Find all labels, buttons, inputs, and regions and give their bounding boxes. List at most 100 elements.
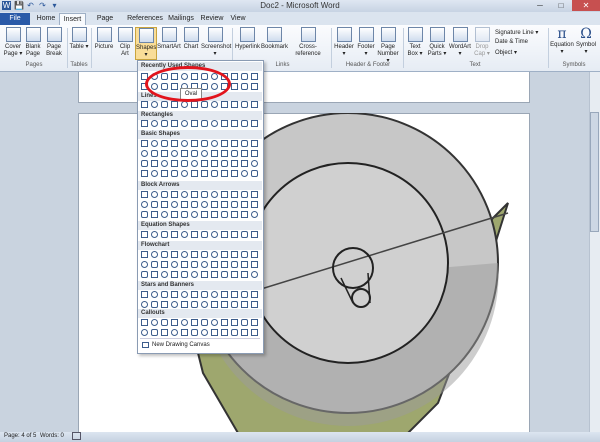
maximize-button[interactable]: □: [551, 0, 571, 11]
shape-thumbnail-icon[interactable]: [221, 261, 228, 268]
shape-thumbnail-icon[interactable]: [251, 83, 258, 90]
shape-thumbnail-icon[interactable]: [141, 191, 148, 198]
shape-thumbnail-icon[interactable]: [211, 319, 218, 326]
shape-thumbnail-icon[interactable]: [141, 329, 148, 336]
shape-thumbnail-icon[interactable]: [231, 201, 238, 208]
shape-thumbnail-icon[interactable]: [141, 211, 148, 218]
shape-thumbnail-icon[interactable]: [161, 140, 168, 147]
shape-thumbnail-icon[interactable]: [201, 140, 208, 147]
shape-thumbnail-icon[interactable]: [241, 160, 248, 167]
customize-qat-icon[interactable]: ▾: [50, 1, 59, 10]
shape-thumbnail-icon[interactable]: [151, 201, 158, 208]
shape-thumbnail-icon[interactable]: [201, 319, 208, 326]
shape-thumbnail-icon[interactable]: [171, 150, 178, 157]
cross-reference-button[interactable]: Cross-reference: [288, 27, 328, 58]
shape-thumbnail-icon[interactable]: [171, 319, 178, 326]
shape-thumbnail-icon[interactable]: [141, 201, 148, 208]
shape-thumbnail-icon[interactable]: [161, 211, 168, 218]
shape-thumbnail-icon[interactable]: [171, 271, 178, 278]
shape-thumbnail-icon[interactable]: [171, 201, 178, 208]
shape-thumbnail-icon[interactable]: [221, 191, 228, 198]
shape-thumbnail-icon[interactable]: [151, 140, 158, 147]
shape-thumbnail-icon[interactable]: [201, 101, 208, 108]
shape-thumbnail-icon[interactable]: [151, 120, 158, 127]
shape-thumbnail-icon[interactable]: [161, 101, 168, 108]
shape-thumbnail-icon[interactable]: [221, 120, 228, 127]
shape-thumbnail-icon[interactable]: [241, 140, 248, 147]
shape-thumbnail-icon[interactable]: [181, 160, 188, 167]
shape-thumbnail-icon[interactable]: [191, 271, 198, 278]
clip-art-button[interactable]: Clip Art: [116, 27, 134, 58]
shape-thumbnail-icon[interactable]: [201, 201, 208, 208]
shape-thumbnail-icon[interactable]: [231, 261, 238, 268]
shape-thumbnail-icon[interactable]: [251, 261, 258, 268]
chart-button[interactable]: Chart: [182, 27, 200, 51]
shape-thumbnail-icon[interactable]: [161, 251, 168, 258]
tab-view[interactable]: View: [227, 13, 249, 25]
object-button[interactable]: Object ▾: [495, 49, 517, 56]
shape-thumbnail-icon[interactable]: [231, 101, 238, 108]
shape-thumbnail-icon[interactable]: [171, 170, 178, 177]
date-time-button[interactable]: Date & Time: [495, 39, 528, 45]
shape-thumbnail-icon[interactable]: [211, 261, 218, 268]
shape-thumbnail-icon[interactable]: [211, 191, 218, 198]
shape-thumbnail-icon[interactable]: [251, 271, 258, 278]
header-button[interactable]: Header ▾: [333, 27, 355, 58]
shape-thumbnail-icon[interactable]: [191, 150, 198, 157]
shape-thumbnail-icon[interactable]: [141, 291, 148, 298]
shape-thumbnail-icon[interactable]: [221, 160, 228, 167]
shape-thumbnail-icon[interactable]: [231, 319, 238, 326]
shape-thumbnail-icon[interactable]: [201, 211, 208, 218]
shape-thumbnail-icon[interactable]: [171, 140, 178, 147]
shape-thumbnail-icon[interactable]: [211, 201, 218, 208]
shape-thumbnail-icon[interactable]: [211, 101, 218, 108]
shape-thumbnail-icon[interactable]: [181, 329, 188, 336]
picture-button[interactable]: Picture: [93, 27, 115, 51]
close-button[interactable]: ✕: [572, 0, 600, 11]
shape-thumbnail-icon[interactable]: [251, 231, 258, 238]
shape-thumbnail-icon[interactable]: [211, 251, 218, 258]
shape-thumbnail-icon[interactable]: [211, 231, 218, 238]
shape-thumbnail-icon[interactable]: [141, 251, 148, 258]
shape-thumbnail-icon[interactable]: [151, 291, 158, 298]
smartart-button[interactable]: SmartArt: [157, 27, 181, 51]
shape-thumbnail-icon[interactable]: [221, 291, 228, 298]
new-drawing-canvas-item[interactable]: New Drawing Canvas: [152, 342, 210, 348]
shape-thumbnail-icon[interactable]: [151, 160, 158, 167]
tab-review[interactable]: Review: [199, 13, 225, 25]
shape-thumbnail-icon[interactable]: [231, 191, 238, 198]
shape-thumbnail-icon[interactable]: [251, 101, 258, 108]
shape-thumbnail-icon[interactable]: [251, 251, 258, 258]
shape-thumbnail-icon[interactable]: [161, 160, 168, 167]
page-number-button[interactable]: Page Number ▾: [377, 27, 399, 65]
shape-thumbnail-icon[interactable]: [251, 120, 258, 127]
shape-thumbnail-icon[interactable]: [251, 170, 258, 177]
shape-thumbnail-icon[interactable]: [201, 301, 208, 308]
shape-thumbnail-icon[interactable]: [161, 329, 168, 336]
shape-thumbnail-icon[interactable]: [151, 329, 158, 336]
shape-thumbnail-icon[interactable]: [151, 301, 158, 308]
shape-thumbnail-icon[interactable]: [251, 73, 258, 80]
shape-thumbnail-icon[interactable]: [241, 120, 248, 127]
shape-thumbnail-icon[interactable]: [231, 73, 238, 80]
shape-thumbnail-icon[interactable]: [191, 101, 198, 108]
shape-thumbnail-icon[interactable]: [151, 271, 158, 278]
shape-thumbnail-icon[interactable]: [211, 291, 218, 298]
shape-thumbnail-icon[interactable]: [231, 251, 238, 258]
shape-thumbnail-icon[interactable]: [191, 211, 198, 218]
shape-thumbnail-icon[interactable]: [181, 271, 188, 278]
equation-button[interactable]: π Equation ▾: [550, 27, 574, 56]
shape-thumbnail-icon[interactable]: [201, 261, 208, 268]
word-logo-icon[interactable]: W: [2, 1, 11, 10]
shape-thumbnail-icon[interactable]: [251, 301, 258, 308]
shape-thumbnail-icon[interactable]: [181, 251, 188, 258]
shape-thumbnail-icon[interactable]: [211, 150, 218, 157]
shape-thumbnail-icon[interactable]: [191, 329, 198, 336]
shape-thumbnail-icon[interactable]: [241, 319, 248, 326]
shape-thumbnail-icon[interactable]: [151, 231, 158, 238]
symbol-button[interactable]: Ω Symbol ▾: [575, 27, 597, 56]
shape-thumbnail-icon[interactable]: [151, 150, 158, 157]
shape-thumbnail-icon[interactable]: [181, 261, 188, 268]
tab-mailings[interactable]: Mailings: [166, 13, 196, 25]
shape-thumbnail-icon[interactable]: [141, 140, 148, 147]
